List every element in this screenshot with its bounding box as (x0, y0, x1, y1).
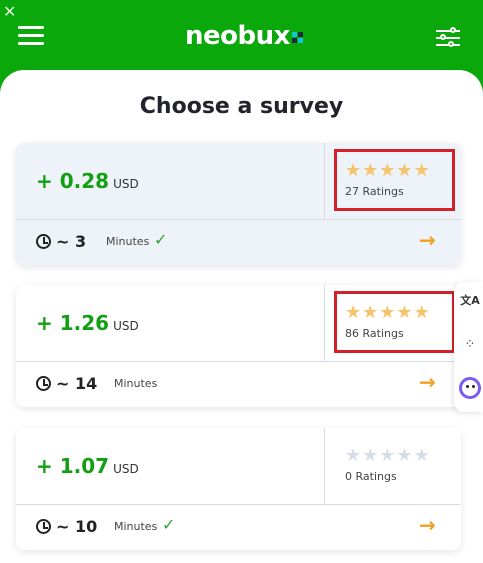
survey-card[interactable]: + 1.07 USD ★★★★★ 0 Ratings ~ 10 Minutes ✓… (16, 428, 461, 550)
survey-reward: + 1.26 USD (36, 311, 139, 335)
duration-unit: Minutes (114, 520, 158, 533)
survey-card-footer: ~ 14 Minutes → (16, 362, 461, 407)
translate-icon[interactable]: 文A (459, 290, 481, 312)
ratings-count: 0 Ratings (345, 470, 397, 483)
check-icon: ✓ (154, 230, 168, 249)
star-rating: ★★★★★ (345, 446, 431, 465)
survey-duration: ~ 14 (56, 374, 98, 393)
survey-card-footer: ~ 3 Minutes ✓ → (16, 220, 461, 265)
star-empty-icon: ★ (413, 445, 430, 466)
clock-icon (36, 519, 51, 534)
star-empty-icon: ★ (362, 445, 379, 466)
close-icon[interactable]: ✕ (3, 4, 19, 20)
assistant-icon[interactable] (459, 377, 481, 399)
duration-unit: Minutes (114, 377, 158, 390)
divider (324, 428, 325, 504)
survey-card-top: + 1.26 USD ★★★★★ 86 Ratings (16, 285, 461, 361)
clock-icon (36, 234, 51, 249)
arrow-right-icon[interactable]: → (419, 370, 436, 394)
highlight-box (334, 149, 455, 211)
survey-card-footer: ~ 10 Minutes ✓ → (16, 505, 461, 550)
survey-card[interactable]: + 1.26 USD ★★★★★ 86 Ratings ~ 14 Minutes … (16, 285, 461, 407)
highlight-box (334, 291, 455, 353)
survey-duration: ~ 10 (56, 517, 98, 536)
check-icon: ✓ (162, 515, 176, 534)
arrow-right-icon[interactable]: → (419, 228, 436, 252)
survey-reward: + 1.07 USD (36, 454, 139, 478)
survey-sheet: Choose a survey + 0.28 USD ★★★★★ 27 Ratin… (0, 70, 483, 563)
survey-duration: ~ 3 (56, 232, 87, 251)
divider (324, 285, 325, 361)
star-empty-icon: ★ (396, 445, 413, 466)
neobux-logo[interactable]: neobux (185, 21, 304, 51)
star-empty-icon: ★ (379, 445, 396, 466)
survey-card[interactable]: + 0.28 USD ★★★★★ 27 Ratings ~ 3 Minutes ✓… (16, 143, 461, 265)
side-toolbar: 文A ⁘ (454, 282, 483, 412)
duration-unit: Minutes (106, 235, 150, 248)
survey-card-top: + 0.28 USD ★★★★★ 27 Ratings (16, 143, 461, 219)
logo-mark-icon (291, 32, 304, 44)
survey-card-top: + 1.07 USD ★★★★★ 0 Ratings (16, 428, 461, 504)
divider (324, 143, 325, 219)
survey-reward: + 0.28 USD (36, 169, 139, 193)
app-header: ✕ neobux (0, 0, 483, 80)
clock-icon (36, 376, 51, 391)
page-title: Choose a survey (139, 94, 344, 119)
grid-apps-icon[interactable]: ⁘ (459, 334, 481, 356)
sliders-icon[interactable] (436, 27, 460, 49)
star-empty-icon: ★ (345, 445, 362, 466)
arrow-right-icon[interactable]: → (419, 513, 436, 537)
hamburger-menu-icon[interactable] (18, 26, 44, 46)
